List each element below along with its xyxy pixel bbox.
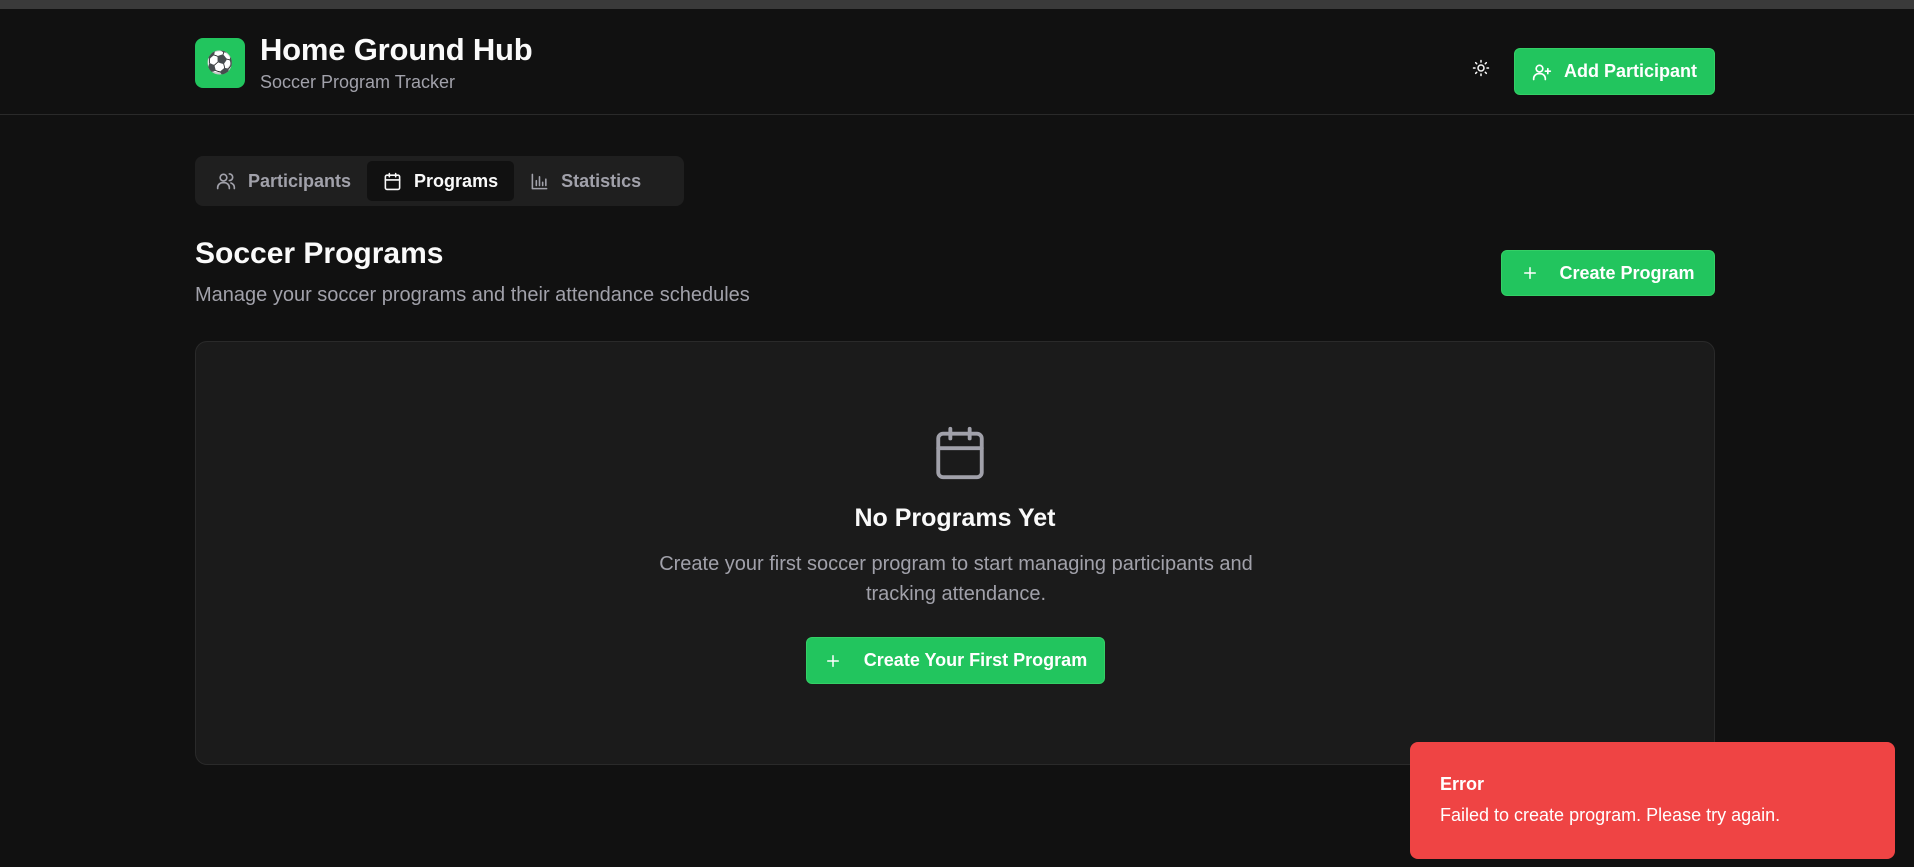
tab-programs[interactable]: Programs bbox=[367, 161, 515, 201]
add-participant-label: Add Participant bbox=[1563, 61, 1697, 81]
toast-message: Failed to create program. Please try aga… bbox=[1440, 805, 1781, 825]
calendar-icon bbox=[383, 172, 402, 191]
empty-state-panel: No Programs Yet Create your first soccer… bbox=[195, 341, 1715, 765]
create-program-button[interactable]: Create Program bbox=[1501, 250, 1715, 296]
error-toast[interactable]: Error Failed to create program. Please t… bbox=[1410, 742, 1895, 859]
page-title: Soccer Programs bbox=[195, 237, 444, 270]
toast-title: Error bbox=[1440, 774, 1485, 794]
empty-state-title: No Programs Yet bbox=[854, 504, 1056, 532]
users-icon bbox=[216, 171, 236, 191]
theme-toggle-button[interactable] bbox=[1464, 51, 1498, 85]
empty-state-description: Create your first soccer program to star… bbox=[659, 553, 1253, 605]
bar-chart-icon bbox=[530, 172, 549, 191]
create-first-program-button[interactable]: Create Your First Program bbox=[806, 637, 1105, 684]
tab-participants[interactable]: Participants bbox=[200, 161, 367, 201]
add-participant-button[interactable]: Add Participant bbox=[1514, 48, 1715, 95]
plus-icon bbox=[1521, 264, 1539, 282]
browser-top-strip bbox=[0, 0, 1914, 9]
plus-icon bbox=[824, 652, 842, 670]
tab-label: Programs bbox=[414, 170, 499, 191]
app-logo: ⚽ bbox=[195, 38, 245, 88]
page-subtitle: Manage your soccer programs and their at… bbox=[195, 284, 750, 306]
app-subtitle: Soccer Program Tracker bbox=[260, 72, 456, 92]
create-program-label: Create Program bbox=[1559, 262, 1695, 283]
tab-label: Statistics bbox=[561, 170, 642, 191]
main-tabs: Participants Programs Statistics bbox=[195, 156, 684, 206]
user-plus-icon bbox=[1532, 62, 1552, 82]
calendar-icon bbox=[931, 424, 989, 482]
soccer-ball-icon: ⚽ bbox=[206, 50, 234, 75]
app-title: Home Ground Hub bbox=[260, 32, 533, 67]
sun-icon bbox=[1472, 59, 1490, 77]
tab-statistics[interactable]: Statistics bbox=[514, 161, 657, 201]
tab-label: Participants bbox=[248, 170, 352, 191]
create-first-program-label: Create Your First Program bbox=[863, 650, 1088, 670]
app-header: ⚽ Home Ground Hub Soccer Program Tracker… bbox=[0, 9, 1914, 115]
